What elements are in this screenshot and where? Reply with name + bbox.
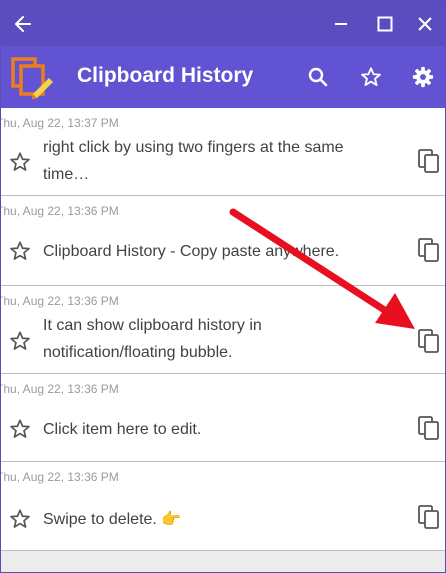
app-bar: Clipboard History	[1, 46, 445, 108]
timestamp: Thu, Aug 22, 13:37 PM	[0, 116, 119, 130]
star-outline-icon[interactable]	[9, 240, 31, 262]
copy-icon[interactable]	[417, 415, 441, 441]
star-outline-icon[interactable]	[9, 330, 31, 352]
list-item[interactable]: Thu, Aug 22, 13:36 PM It can show clipbo…	[1, 286, 445, 374]
timestamp: Thu, Aug 22, 13:36 PM	[0, 204, 119, 218]
list-item[interactable]: Thu, Aug 22, 13:36 PM Clipboard History …	[1, 196, 445, 286]
list-item[interactable]: Thu, Aug 22, 13:36 PM Click item here to…	[1, 374, 445, 462]
list-item[interactable]: Thu, Aug 22, 13:37 PM right click by usi…	[1, 108, 445, 196]
star-outline-icon[interactable]	[9, 151, 31, 173]
item-text: Clipboard History - Copy paste anywhere.	[43, 243, 340, 260]
item-text: It can show clipboard history in notific…	[43, 317, 262, 361]
maximize-button[interactable]	[363, 1, 407, 46]
star-outline-icon[interactable]	[9, 418, 31, 440]
copy-icon[interactable]	[417, 237, 441, 263]
gear-icon	[412, 66, 434, 88]
item-text: Swipe to delete. 👉	[43, 511, 182, 528]
page-title: Clipboard History	[77, 64, 254, 87]
search-button[interactable]	[301, 60, 335, 94]
timestamp: Thu, Aug 22, 13:36 PM	[0, 470, 119, 484]
maximize-icon	[377, 16, 393, 31]
timestamp: Thu, Aug 22, 13:36 PM	[0, 294, 119, 308]
arrow-left-icon	[15, 15, 31, 32]
copy-icon[interactable]	[417, 328, 441, 354]
list-item[interactable]: Thu, Aug 22, 13:36 PM Swipe to delete. 👉	[1, 462, 445, 551]
minimize-button[interactable]	[319, 1, 363, 46]
bottom-bar	[1, 551, 445, 572]
window-titlebar	[1, 1, 445, 46]
back-button[interactable]	[1, 1, 45, 46]
item-text: Click item here to edit.	[43, 421, 202, 438]
star-outline-icon	[361, 67, 381, 86]
settings-button[interactable]	[406, 60, 440, 94]
close-button[interactable]	[403, 1, 445, 46]
star-outline-icon[interactable]	[9, 508, 31, 530]
copy-icon[interactable]	[417, 148, 441, 174]
app-window: Clipboard History Thu, Aug 22, 13:37 PM …	[0, 0, 446, 573]
item-text: right click by using two fingers at the …	[43, 139, 344, 183]
close-icon	[418, 16, 432, 31]
timestamp: Thu, Aug 22, 13:36 PM	[0, 382, 119, 396]
favorites-button[interactable]	[354, 60, 388, 94]
minimize-icon	[335, 22, 347, 25]
copy-icon[interactable]	[417, 504, 441, 530]
clipboard-pencil-logo	[11, 57, 53, 99]
search-icon	[308, 67, 328, 87]
